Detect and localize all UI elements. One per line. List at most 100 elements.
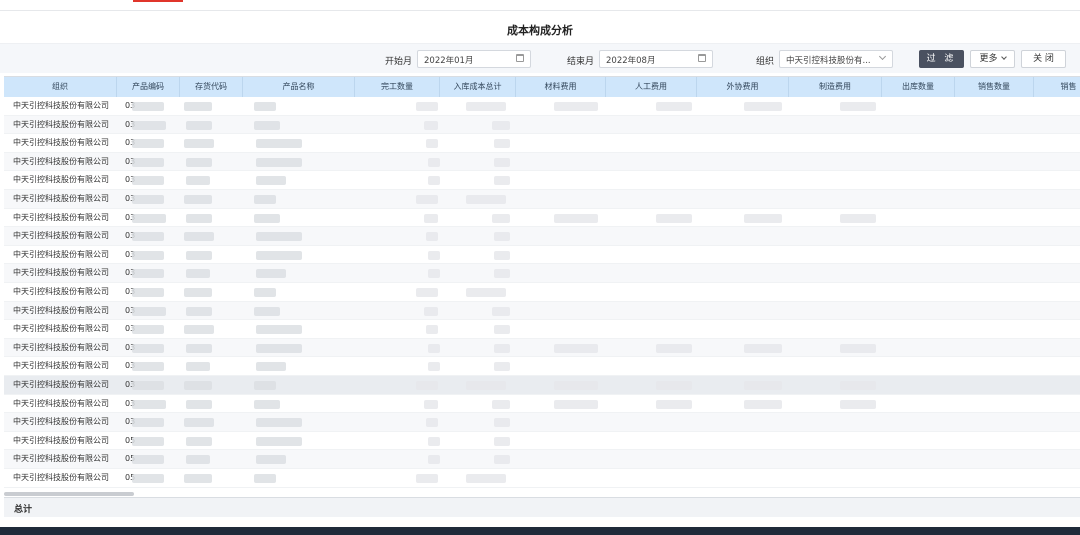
redacted-value	[132, 139, 164, 149]
cell-org: 中天引控科技股份有限公司	[13, 101, 109, 110]
redacted-value	[840, 213, 876, 223]
redacted-value	[492, 306, 510, 316]
redacted-value	[132, 455, 164, 465]
column-header-10[interactable]: 出库数量	[882, 77, 955, 97]
table-row[interactable]: 中天引控科技股份有限公司 03	[4, 97, 1080, 116]
redacted-value	[184, 195, 212, 204]
redacted-value	[428, 436, 440, 446]
table-row[interactable]: 中天引控科技股份有限公司 03	[4, 190, 1080, 209]
redacted-value	[494, 418, 510, 428]
table-row[interactable]: 中天引控科技股份有限公司 03	[4, 301, 1080, 321]
redacted-value	[132, 474, 164, 483]
column-header-11[interactable]: 销售数量	[955, 77, 1034, 97]
table-row[interactable]: 中天引控科技股份有限公司 03	[4, 264, 1080, 283]
redacted-value	[494, 343, 510, 353]
redacted-value	[494, 436, 510, 446]
redacted-value	[132, 250, 164, 260]
cell-org: 中天引控科技股份有限公司	[13, 435, 109, 445]
redacted-value	[184, 139, 214, 149]
end-month-input[interactable]: 2022年08月	[599, 50, 713, 68]
org-select[interactable]: 中天引控科技股份有...	[779, 50, 893, 68]
redacted-value	[184, 474, 212, 483]
column-header-9[interactable]: 制造费用	[789, 77, 882, 97]
cell-org: 中天引控科技股份有限公司	[13, 119, 109, 129]
redacted-value	[428, 362, 440, 372]
table-row[interactable]: 中天引控科技股份有限公司 03	[4, 227, 1080, 246]
cell-org: 中天引控科技股份有限公司	[13, 268, 109, 278]
redacted-value	[656, 213, 692, 223]
redacted-value	[428, 343, 440, 353]
redacted-value	[132, 418, 164, 428]
horizontal-scrollbar[interactable]	[4, 492, 134, 496]
redacted-value	[254, 474, 276, 483]
redacted-value	[184, 325, 214, 335]
table-row[interactable]: 中天引控科技股份有限公司 05	[4, 469, 1080, 488]
table-row[interactable]: 中天引控科技股份有限公司 03	[4, 171, 1080, 190]
redacted-value	[256, 343, 302, 353]
redacted-value	[132, 436, 164, 446]
redacted-value	[132, 381, 164, 390]
redacted-value	[256, 418, 302, 428]
table-row[interactable]: 中天引控科技股份有限公司 05	[4, 450, 1080, 469]
org-label: 组织	[756, 57, 775, 67]
table-row[interactable]: 中天引控科技股份有限公司 03	[4, 338, 1080, 358]
column-header-4[interactable]: 完工数量	[355, 77, 440, 97]
table-row[interactable]: 中天引控科技股份有限公司 03	[4, 115, 1080, 135]
column-header-7[interactable]: 人工费用	[606, 77, 697, 97]
redacted-value	[256, 455, 286, 465]
redacted-value	[840, 102, 876, 111]
chevron-down-icon	[1000, 54, 1007, 60]
redacted-value	[494, 362, 510, 372]
column-header-3[interactable]: 产品名称	[243, 77, 355, 97]
filter-bar: 开始月 2022年01月 结束月 2022年08月 组织 中天引控科技股份有..…	[0, 43, 1080, 73]
redacted-value	[426, 232, 438, 242]
redacted-value	[494, 269, 510, 279]
table-row[interactable]: 中天引控科技股份有限公司 03	[4, 413, 1080, 432]
table-row[interactable]: 中天引控科技股份有限公司 03	[4, 134, 1080, 153]
redacted-value	[416, 102, 438, 111]
redacted-value	[256, 232, 302, 242]
redacted-value	[744, 381, 782, 390]
redacted-value	[186, 157, 212, 167]
more-button[interactable]: 更多	[970, 50, 1015, 68]
column-header-1[interactable]: 产品编码	[117, 77, 180, 97]
org-select-value: 中天引控科技股份有...	[786, 56, 871, 66]
redacted-value	[416, 474, 438, 483]
cell-org: 中天引控科技股份有限公司	[13, 342, 109, 352]
redacted-value	[132, 343, 164, 353]
cell-org: 中天引控科技股份有限公司	[13, 324, 109, 334]
column-header-5[interactable]: 入库成本总计	[440, 77, 516, 97]
column-header-12[interactable]: 销售	[1034, 77, 1080, 97]
table-row[interactable]: 中天引控科技股份有限公司 03	[4, 395, 1080, 414]
column-header-8[interactable]: 外协费用	[697, 77, 789, 97]
redacted-value	[186, 269, 210, 279]
redacted-value	[132, 269, 164, 279]
redacted-value	[254, 381, 276, 390]
cell-org: 中天引控科技股份有限公司	[13, 380, 109, 389]
start-month-input[interactable]: 2022年01月	[417, 50, 531, 68]
table-row[interactable]: 中天引控科技股份有限公司 03	[4, 246, 1080, 265]
redacted-value	[554, 343, 598, 353]
chevron-down-icon	[878, 52, 887, 61]
end-month-label: 结束月	[567, 57, 595, 67]
column-header-2[interactable]: 存货代码	[180, 77, 243, 97]
redacted-value	[492, 120, 510, 130]
column-header-0[interactable]: 组织	[4, 77, 117, 97]
redacted-value	[186, 120, 212, 130]
filter-button[interactable]: 过 滤	[919, 50, 964, 68]
table-row[interactable]: 中天引控科技股份有限公司 05	[4, 432, 1080, 451]
column-header-6[interactable]: 材料费用	[516, 77, 606, 97]
table-row[interactable]: 中天引控科技股份有限公司 03	[4, 209, 1080, 228]
table-row[interactable]: 中天引控科技股份有限公司 03	[4, 376, 1080, 395]
close-button[interactable]: 关 闭	[1021, 50, 1066, 68]
start-month-value: 2022年01月	[424, 56, 474, 66]
table-row[interactable]: 中天引控科技股份有限公司 03	[4, 320, 1080, 339]
table-row[interactable]: 中天引控科技股份有限公司 03	[4, 283, 1080, 302]
calendar-icon	[698, 54, 706, 62]
redacted-value	[424, 213, 438, 223]
redacted-value	[184, 232, 214, 242]
table-row[interactable]: 中天引控科技股份有限公司 03	[4, 357, 1080, 376]
redacted-value	[466, 195, 506, 204]
calendar-icon	[516, 54, 524, 62]
table-row[interactable]: 中天引控科技股份有限公司 03	[4, 152, 1080, 172]
